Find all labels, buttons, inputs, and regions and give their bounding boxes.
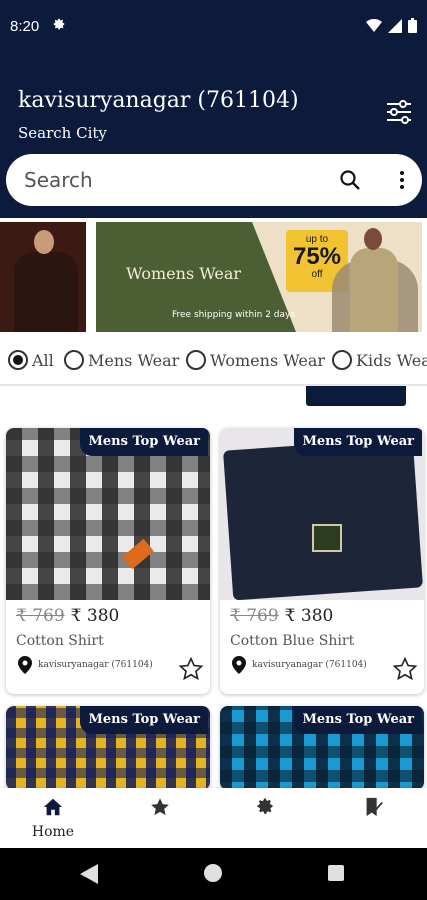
- mens-banner[interactable]: [0, 222, 86, 332]
- radio-icon: [64, 350, 84, 370]
- battery-icon: [408, 18, 417, 33]
- product-location: kavisuryanagar (761104): [232, 656, 367, 674]
- banner-model-dress: [350, 248, 398, 332]
- category-label: Mens Wear: [88, 350, 180, 370]
- price-tag-image: [122, 538, 154, 570]
- filter-sliders-icon[interactable]: [385, 100, 413, 124]
- product-name: Cotton Shirt: [16, 633, 104, 649]
- category-kids-wear[interactable]: Kids Wea: [332, 350, 427, 370]
- category-tag: Mens Top Wear: [80, 428, 208, 456]
- back-icon[interactable]: [80, 864, 98, 884]
- more-vert-icon[interactable]: [390, 168, 414, 192]
- bookmark-check-icon: [366, 797, 383, 817]
- product-location: kavisuryanagar (761104): [18, 656, 153, 674]
- promo-percent: 75%: [292, 243, 342, 270]
- partial-button[interactable]: [306, 386, 406, 406]
- banner-carousel[interactable]: Womens Wear Free shipping within 2 days …: [0, 222, 427, 334]
- category-womens-wear[interactable]: Womens Wear: [186, 350, 325, 370]
- favorite-star-icon[interactable]: [392, 656, 418, 682]
- category-tag: Mens Top Wear: [80, 706, 208, 734]
- radio-selected-icon: [8, 350, 28, 370]
- category-label: Womens Wear: [210, 350, 326, 370]
- category-tag: Mens Top Wear: [294, 706, 422, 734]
- location-text: kavisuryanagar (761104): [252, 660, 367, 670]
- category-tag: Mens Top Wear: [294, 428, 422, 456]
- nav-home-label: Home: [31, 824, 75, 840]
- product-card[interactable]: Mens Top Wear ₹ 769 ₹ 380 Cotton Blue Shi…: [220, 428, 424, 694]
- location-pin-icon: [18, 656, 32, 674]
- gear-icon: [257, 798, 273, 814]
- status-icons: [366, 18, 417, 33]
- product-card[interactable]: Mens Top Wear ₹ 769 ₹ 380 Cotton Shirt ka…: [6, 428, 210, 694]
- sale-price: ₹ 380: [284, 606, 334, 626]
- category-mens-wear[interactable]: Mens Wear: [64, 350, 179, 370]
- search-input[interactable]: [24, 164, 314, 196]
- category-filter: All Mens Wear Womens Wear Kids Wea: [0, 342, 427, 382]
- search-icon[interactable]: [338, 168, 362, 192]
- home-icon: [43, 798, 63, 816]
- product-card[interactable]: Mens Top Wear: [220, 706, 424, 790]
- search-bar: [6, 154, 422, 206]
- system-navigation-bar: [0, 848, 427, 900]
- star-icon: [151, 798, 169, 816]
- banner-model-head: [34, 230, 54, 254]
- location-title[interactable]: kavisuryanagar (761104): [18, 88, 299, 113]
- radio-icon: [332, 350, 352, 370]
- banner-title: Womens Wear: [126, 264, 242, 283]
- radio-icon: [186, 350, 206, 370]
- bottom-navigation: Home: [0, 788, 427, 848]
- product-name: Cotton Blue Shirt: [230, 633, 355, 649]
- price-row: ₹ 769 ₹ 380: [16, 606, 119, 626]
- nav-orders[interactable]: [320, 788, 426, 848]
- banner-model-head: [364, 228, 382, 250]
- status-time: 8:20: [10, 18, 40, 35]
- price-tag-image: [312, 524, 342, 552]
- recent-apps-icon[interactable]: [328, 865, 344, 881]
- search-city-link[interactable]: Search City: [18, 124, 107, 142]
- category-all[interactable]: All: [8, 350, 54, 370]
- status-bar: 8:20: [0, 0, 427, 52]
- shirt-image: [222, 437, 424, 600]
- category-label: All: [32, 350, 54, 370]
- app-header: 8:20 kavisuryanagar (761104) Search City: [0, 0, 427, 218]
- product-card[interactable]: Mens Top Wear: [6, 706, 210, 790]
- womens-wear-banner[interactable]: Womens Wear Free shipping within 2 days …: [96, 222, 422, 332]
- price-row: ₹ 769 ₹ 380: [230, 606, 333, 626]
- sale-price: ₹ 380: [70, 606, 120, 626]
- location-text: kavisuryanagar (761104): [38, 660, 153, 670]
- signal-icon: [388, 18, 402, 33]
- nav-favorites[interactable]: [107, 788, 213, 848]
- home-circle-icon[interactable]: [204, 864, 222, 882]
- favorite-star-icon[interactable]: [178, 656, 204, 682]
- original-price: ₹ 769: [16, 606, 65, 626]
- wifi-icon: [366, 18, 382, 32]
- nav-home[interactable]: Home: [0, 788, 106, 848]
- gear-icon: [52, 17, 66, 35]
- category-label: Kids Wea: [356, 350, 427, 370]
- banner-model-image: [14, 252, 78, 332]
- location-pin-icon: [232, 656, 246, 674]
- nav-settings[interactable]: [213, 788, 319, 848]
- banner-shipping-note: Free shipping within 2 days: [172, 310, 296, 320]
- original-price: ₹ 769: [230, 606, 279, 626]
